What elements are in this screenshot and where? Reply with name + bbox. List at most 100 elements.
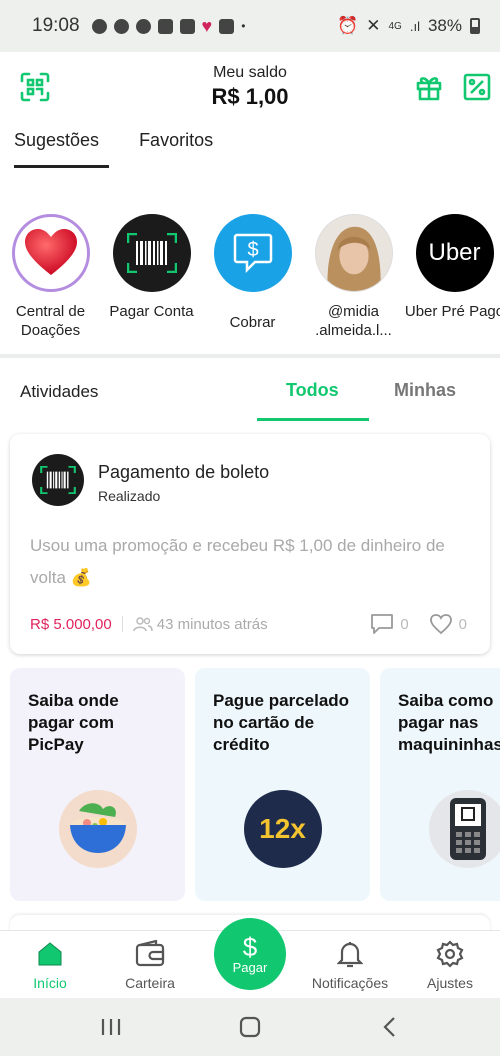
suggestion-label: Pagar Conta — [109, 303, 194, 320]
section-divider — [0, 354, 500, 358]
nav-label: Início — [33, 975, 67, 991]
back-icon — [383, 1017, 395, 1037]
feed-tabs: Sugestões Favoritos — [14, 130, 213, 168]
signal-icon: 4G — [388, 20, 402, 32]
promo-carousel: Saiba onde pagar com PicPay Pague parcel… — [10, 668, 500, 901]
gear-icon — [435, 939, 465, 969]
tab-favoritos[interactable]: Favoritos — [139, 130, 213, 168]
more-dot-icon: • — [241, 19, 246, 33]
activities-header: Atividades Todos Minhas — [0, 380, 500, 424]
pay-label: Pagar — [232, 959, 268, 975]
mute-icon: ✕ — [366, 16, 381, 35]
teams-icon — [179, 18, 195, 34]
suggestion-cobrar[interactable]: $ Cobrar — [202, 214, 303, 340]
nav-ajustes[interactable]: Ajustes — [400, 939, 500, 991]
suggestion-label: Uber Pré Pago — [404, 303, 500, 320]
nav-inicio[interactable]: Início — [0, 939, 100, 991]
header: Meu saldo R$ 1,00 — [0, 52, 500, 124]
suggestion-midia-almeida[interactable]: @midia .almeida.l... — [303, 214, 404, 340]
tab-todos[interactable]: Todos — [286, 380, 339, 401]
activity-title: Pagamento de boleto — [98, 462, 270, 482]
suggestion-central-doacoes[interactable]: Central de Doações — [0, 214, 101, 340]
svg-text:$: $ — [247, 239, 258, 261]
nav-carteira[interactable]: Carteira — [100, 939, 200, 991]
facebook-icon — [135, 18, 151, 34]
home-system-icon — [239, 1016, 261, 1038]
promo-text: Saiba como pagar nas maquininhas — [398, 691, 500, 754]
comment-count: 0 — [400, 615, 409, 633]
uber-logo-text: Uber — [428, 239, 481, 266]
activity-description: Usou uma promoção e recebeu R$ 1,00 de d… — [30, 536, 445, 587]
system-navigation — [0, 998, 500, 1056]
home-icon — [35, 939, 65, 969]
tab-sugestoes[interactable]: Sugestões — [14, 130, 110, 168]
pay-button[interactable]: $ Pagar — [214, 918, 286, 990]
app-icon — [219, 18, 235, 34]
activity-time: 43 minutos atrás — [156, 615, 268, 633]
nav-label: Ajustes — [427, 975, 473, 991]
active-tab-indicator — [257, 418, 369, 421]
system-status: ⏰ ✕ 4G .ıl 38% — [337, 16, 480, 36]
alarm-icon: ⏰ — [337, 16, 359, 35]
nav-notificacoes[interactable]: Notificações — [300, 939, 400, 991]
activity-footer: R$ 5.000,00 43 minutos atrás 0 0 — [30, 612, 475, 636]
notification-icons: ♥ • — [91, 15, 246, 37]
promo-voucher-icon[interactable] — [462, 72, 492, 102]
profile-photo — [314, 214, 393, 292]
suggestion-pagar-conta[interactable]: Pagar Conta — [101, 214, 202, 340]
uber-logo: Uber — [415, 214, 494, 292]
heart-status-icon: ♥ — [201, 15, 213, 36]
youtube-icon — [157, 18, 173, 34]
heart-icon — [11, 214, 90, 292]
promo-text: Pague parcelado no cartão de crédito — [213, 691, 350, 754]
activity-card[interactable]: Pagamento de boleto Realizado Usou uma p… — [10, 434, 490, 654]
notification-icon — [91, 18, 107, 34]
activities-title: Atividades — [20, 382, 99, 401]
barcode-icon — [32, 454, 84, 506]
home-system-button[interactable] — [235, 1014, 265, 1040]
promo-text: Saiba onde pagar com PicPay — [28, 691, 119, 754]
recent-apps-button[interactable] — [96, 1014, 126, 1040]
bell-icon — [335, 939, 365, 969]
installments-badge: 12x — [243, 790, 322, 868]
promo-card-maquininhas[interactable]: Saiba como pagar nas maquininhas — [380, 668, 500, 901]
nav-label: Notificações — [311, 975, 389, 991]
tab-minhas[interactable]: Minhas — [394, 380, 456, 401]
promo-card-parcelado[interactable]: Pague parcelado no cartão de crédito 12x — [195, 668, 370, 901]
bottom-navigation: Início Carteira $ Pagar Notificações Aju… — [0, 918, 500, 998]
barcode-icon — [112, 214, 191, 292]
signal-bars-icon: .ıl — [409, 18, 420, 34]
heart-outline-icon — [429, 614, 452, 635]
suggestion-label: Central de Doações — [15, 303, 86, 339]
recent-apps-icon — [101, 1019, 121, 1035]
money-request-icon: $ — [213, 214, 292, 292]
status-bar: 19:08 ♥ • ⏰ ✕ 4G .ıl 38% — [0, 0, 500, 52]
installments-text: 12x — [259, 813, 306, 844]
suggestion-label: Cobrar — [229, 314, 276, 331]
activity-status: Realizado — [98, 488, 161, 504]
picpay-home-screen: 19:08 ♥ • ⏰ ✕ 4G .ıl 38% Meu saldo R$ 1,… — [0, 0, 500, 1056]
battery-level: 38% — [427, 16, 462, 35]
activity-actions: 0 0 — [370, 613, 475, 635]
people-icon — [132, 617, 153, 632]
gift-icon[interactable] — [414, 72, 444, 102]
battery-icon — [470, 18, 480, 34]
like-count: 0 — [458, 615, 467, 633]
card-machine-icon — [428, 790, 500, 868]
food-bowl-icon — [58, 790, 137, 868]
dollar-icon: $ — [242, 931, 258, 962]
nav-label: Carteira — [125, 975, 175, 991]
suggestions-carousel: Central de Doações Pagar Conta $ Cobrar — [0, 214, 500, 340]
footer-separator — [121, 616, 123, 632]
like-button[interactable]: 0 — [429, 613, 475, 635]
facebook-icon — [113, 18, 129, 34]
comment-icon — [371, 614, 394, 634]
promo-card-onde-pagar[interactable]: Saiba onde pagar com PicPay — [10, 668, 185, 901]
status-time: 19:08 — [32, 15, 80, 36]
activity-amount: R$ 5.000,00 — [30, 615, 112, 633]
wallet-icon — [135, 939, 165, 969]
suggestion-uber[interactable]: Uber Uber Pré Pago — [404, 214, 500, 340]
suggestion-label: @midia .almeida.l... — [315, 303, 392, 339]
back-button[interactable] — [375, 1014, 405, 1040]
comment-button[interactable]: 0 — [370, 613, 416, 635]
